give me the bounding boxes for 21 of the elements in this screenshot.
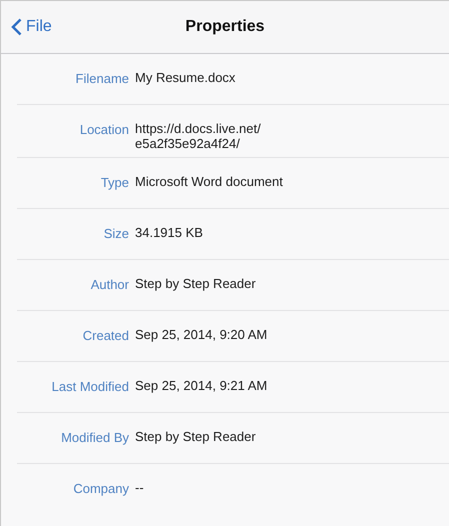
property-label: Company <box>72 480 129 496</box>
back-button[interactable]: File <box>9 16 54 38</box>
property-label: Type <box>100 174 129 190</box>
property-label: Modified By <box>60 429 129 445</box>
property-label: Author <box>90 276 129 292</box>
property-value: -- <box>135 479 144 495</box>
property-value: My Resume.docx <box>135 69 236 85</box>
property-label: Size <box>102 225 129 241</box>
property-value: Step by Step Reader <box>135 275 256 291</box>
property-value: Sep 25, 2014, 9:20 AM <box>135 326 268 342</box>
property-value: Microsoft Word document <box>135 173 283 189</box>
property-label: Location <box>78 121 129 137</box>
property-value: Step by Step Reader <box>135 428 256 444</box>
property-label: Created <box>82 327 129 343</box>
property-value: Sep 25, 2014, 9:21 AM <box>135 377 268 393</box>
property-value: 34.1915 KB <box>135 224 203 240</box>
property-label: Last Modified <box>50 378 129 394</box>
screen-title: Properties <box>185 18 265 36</box>
chevron-left-icon <box>11 18 22 36</box>
property-value: https://d.docs.live.net/ e5a2f35e92a4f24/ <box>135 120 261 151</box>
property-label: Filename <box>74 70 129 86</box>
